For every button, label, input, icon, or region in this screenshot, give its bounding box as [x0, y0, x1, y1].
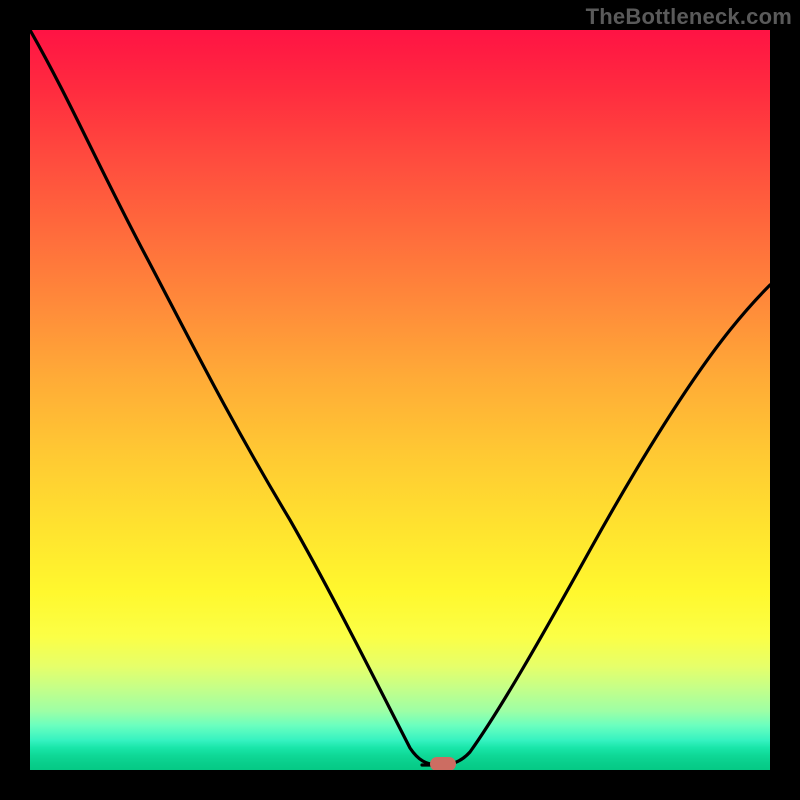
attribution-text: TheBottleneck.com [586, 4, 792, 30]
bottleneck-curve [30, 30, 770, 770]
chart-frame: TheBottleneck.com [0, 0, 800, 800]
trough-marker [430, 757, 456, 770]
curve-path [30, 30, 770, 765]
plot-area [30, 30, 770, 770]
